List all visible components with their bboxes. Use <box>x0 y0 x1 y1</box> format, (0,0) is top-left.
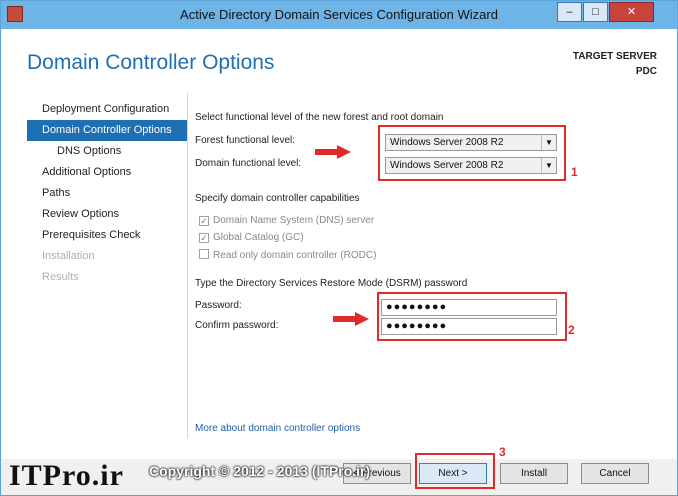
target-server-label: TARGET SERVER <box>572 51 657 62</box>
nav-divider <box>187 93 188 438</box>
annotation-box-2 <box>377 292 567 341</box>
install-button[interactable]: Install <box>500 463 568 484</box>
minimize-button[interactable]: – <box>557 2 582 22</box>
global-catalog-checkbox[interactable]: ✓ Global Catalog (GC) <box>199 232 304 243</box>
arrow-right-icon <box>315 145 351 159</box>
annotation-number-1: 1 <box>571 165 578 179</box>
nav-prerequisites-check[interactable]: Prerequisites Check <box>27 225 187 246</box>
confirm-password-label: Confirm password: <box>195 320 279 331</box>
annotation-number-2: 2 <box>568 323 575 337</box>
nav-results: Results <box>42 271 79 283</box>
target-server: TARGET SERVER PDC <box>573 49 657 79</box>
nav-dns-options[interactable]: DNS Options <box>27 141 187 162</box>
nav-domain-controller-options[interactable]: Domain Controller Options <box>27 120 187 141</box>
wizard-nav: Deployment Configuration Domain Controll… <box>27 99 187 288</box>
annotation-number-3: 3 <box>499 445 506 459</box>
capabilities-heading: Specify domain controller capabilities <box>195 193 360 204</box>
dns-server-checkbox[interactable]: ✓ Domain Name System (DNS) server <box>199 215 374 226</box>
nav-paths[interactable]: Paths <box>27 183 187 204</box>
nav-review-options[interactable]: Review Options <box>27 204 187 225</box>
forest-level-label: Forest functional level: <box>195 135 296 146</box>
checkmark-icon: ✓ <box>199 233 209 243</box>
annotation-box-1 <box>378 125 566 181</box>
dsrm-heading: Type the Directory Services Restore Mode… <box>195 278 468 289</box>
maximize-button[interactable]: □ <box>583 2 608 22</box>
password-label: Password: <box>195 300 242 311</box>
wizard-content: Domain Controller Options TARGET SERVER … <box>9 29 669 459</box>
rodc-label: Read only domain controller (RODC) <box>213 250 377 261</box>
annotation-box-3 <box>415 453 495 489</box>
global-catalog-label: Global Catalog (GC) <box>213 232 304 243</box>
dns-server-label: Domain Name System (DNS) server <box>213 215 375 226</box>
wizard-window: Active Directory Domain Services Configu… <box>0 0 678 496</box>
arrow-right-icon <box>333 312 369 326</box>
empty-checkbox-icon <box>199 249 209 259</box>
watermark-logo: ITPro.ir <box>9 459 124 492</box>
close-button[interactable]: ✕ <box>609 2 654 22</box>
functional-level-heading: Select functional level of the new fores… <box>195 112 444 123</box>
checkmark-icon: ✓ <box>199 216 209 226</box>
rodc-checkbox[interactable]: Read only domain controller (RODC) <box>199 249 376 261</box>
watermark-copyright: Copyright © 2012 - 2013 (ITPro.ir) <box>149 463 371 479</box>
nav-additional-options[interactable]: Additional Options <box>27 162 187 183</box>
target-server-value: PDC <box>635 66 657 77</box>
domain-level-label: Domain functional level: <box>195 158 302 169</box>
nav-installation: Installation <box>42 250 95 262</box>
title-bar[interactable]: Active Directory Domain Services Configu… <box>1 1 677 29</box>
more-options-link[interactable]: More about domain controller options <box>195 423 360 434</box>
cancel-button[interactable]: Cancel <box>581 463 649 484</box>
page-title: Domain Controller Options <box>27 51 275 74</box>
nav-deployment-configuration[interactable]: Deployment Configuration <box>27 99 187 120</box>
